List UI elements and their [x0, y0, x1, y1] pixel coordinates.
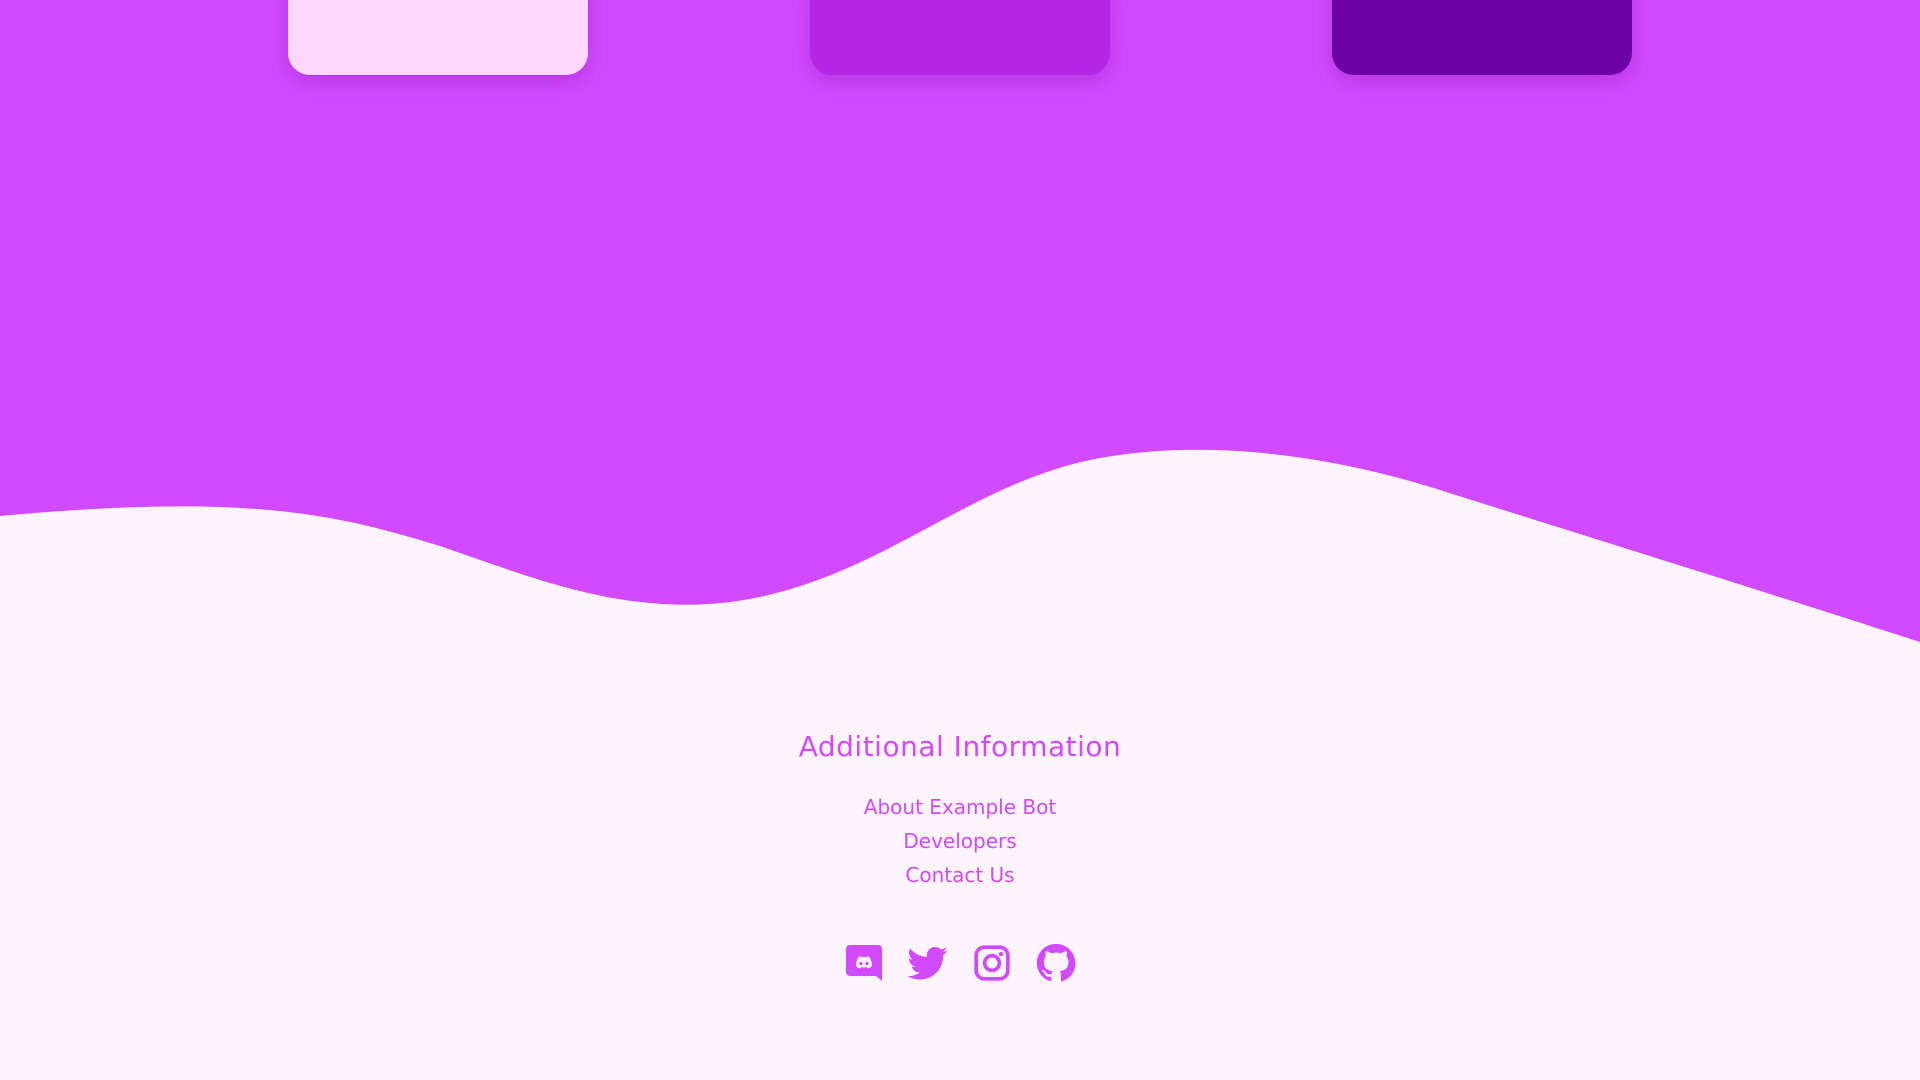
instagram-icon — [974, 945, 1010, 981]
social-links — [0, 942, 1920, 984]
twitter-link[interactable] — [908, 942, 948, 984]
github-link[interactable] — [1036, 942, 1076, 984]
twitter-icon — [908, 947, 948, 980]
footer-link-item: Developers — [0, 824, 1920, 858]
page: Additional Information About Example Bot… — [0, 0, 1920, 1080]
feature-card-mid[interactable] — [810, 0, 1110, 75]
discord-link[interactable] — [844, 942, 884, 984]
footer-link-item: About Example Bot — [0, 790, 1920, 824]
footer-link-item: Contact Us — [0, 858, 1920, 892]
footer: Additional Information About Example Bot… — [0, 720, 1920, 984]
github-icon — [1036, 943, 1076, 982]
about-link[interactable]: About Example Bot — [864, 795, 1056, 819]
feature-card-dark[interactable] — [1332, 0, 1632, 75]
instagram-link[interactable] — [972, 942, 1012, 984]
footer-title: Additional Information — [798, 730, 1122, 763]
footer-links: About Example Bot Developers Contact Us — [0, 790, 1920, 892]
contact-link[interactable]: Contact Us — [905, 863, 1014, 887]
discord-icon — [846, 945, 882, 981]
developers-link[interactable]: Developers — [903, 829, 1016, 853]
feature-card-light[interactable] — [288, 0, 588, 75]
